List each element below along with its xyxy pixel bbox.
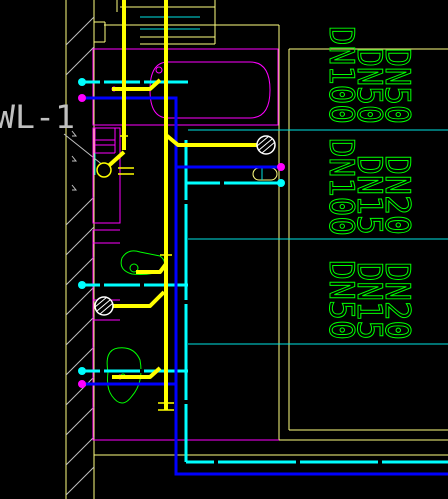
plumbing-drawing-canvas: WL-1 DN100 DN50 DN50 DN100 DN15 DN20 DN5… [0, 0, 448, 499]
pipe-label-top-3: DN50 [377, 48, 417, 124]
floor-drain-icon [256, 135, 276, 155]
pipe-label-mid-3: DN20 [377, 155, 417, 235]
cleanout-icon [96, 162, 112, 178]
pipe-size-labels: DN100 DN50 DN50 DN100 DN15 DN20 DN50 DN1… [321, 26, 418, 341]
floor-drain-icon [94, 296, 114, 316]
cold-water-node-icon [277, 179, 285, 187]
hot-water-node-icon [78, 380, 86, 388]
pipe-label-bot-3: DN20 [377, 262, 417, 340]
hot-water-node-icon [277, 163, 285, 171]
riser-label: WL-1 [0, 98, 75, 136]
cold-water-node-icon [78, 281, 86, 289]
cold-water-node-icon [78, 367, 86, 375]
cold-water-node-icon [78, 78, 86, 86]
hot-water-node-icon [78, 94, 86, 102]
